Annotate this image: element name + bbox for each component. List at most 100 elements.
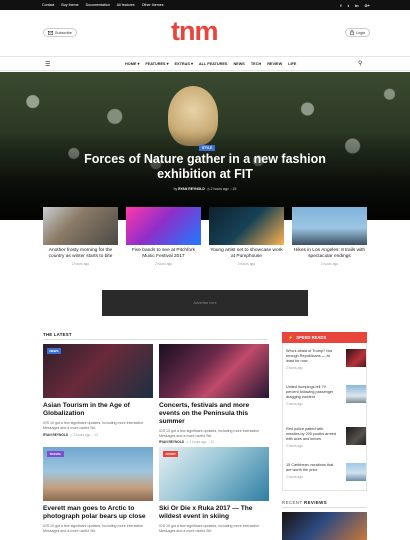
article-excerpt: iOS 10 got a few significant updates, in… (43, 420, 144, 430)
speed-read-title[interactable]: Red police patted with missiles by 200 y… (286, 427, 336, 442)
sub-story-title[interactable]: Hikes in Los Angeles: 8 trails with spec… (292, 248, 367, 260)
article-excerpt: iOS 10 got a few significant updates, in… (159, 523, 260, 533)
speed-read-title[interactable]: Who's afraid of Trump? Not enough Republ… (286, 349, 336, 364)
main-nav: ☰ HOME ▾ FEATURES ▾ EXTRAS ▾ ALL FEATURE… (0, 56, 410, 71)
site-logo[interactable]: tnm (171, 18, 218, 45)
top-link-buy-theme[interactable]: Buy theme (61, 3, 78, 7)
nav-item-features[interactable]: FEATURES ▾ (145, 61, 168, 66)
hero-author[interactable]: RYAN REYNOLD (178, 187, 205, 191)
nav-item-extras[interactable]: EXTRAS ▾ (175, 61, 193, 66)
article-title[interactable]: Concerts, festivals and more events on t… (159, 402, 269, 426)
speed-read-time: 2 hours ago (286, 443, 303, 448)
nav-item-all-features[interactable]: ALL FEATURES (199, 62, 228, 66)
speed-read-item[interactable]: Red police patted with missiles by 200 y… (286, 427, 366, 448)
speed-read-item[interactable]: 15 Caribbean vacations that are worth th… (286, 463, 366, 481)
google-plus-icon[interactable]: G+ (365, 3, 370, 8)
lock-icon (350, 30, 354, 35)
top-link-contact[interactable]: Contact (42, 3, 54, 7)
linkedin-icon[interactable]: in (355, 3, 359, 8)
top-bar: Contact Buy theme Documentation All feat… (0, 0, 410, 10)
article-image[interactable]: NEWS (43, 344, 153, 398)
article-title[interactable]: Ski Or Die x Ruka 2017 — The wildest eve… (159, 505, 269, 521)
search-icon[interactable]: ⚲ (358, 60, 362, 67)
sub-story[interactable]: Five bands to see at Pitchfork Music Fes… (126, 207, 201, 266)
nav-items: HOME ▾ FEATURES ▾ EXTRAS ▾ ALL FEATURES … (125, 57, 296, 70)
article-author[interactable]: RYAN REYNOLD (43, 433, 68, 437)
sub-story-thumbnail[interactable] (209, 207, 284, 245)
article-card[interactable]: Concerts, festivals and more events on t… (159, 344, 269, 444)
login-button[interactable]: Login (345, 28, 371, 37)
sub-story-time: 2 hours ago (71, 261, 90, 266)
sub-story-title[interactable]: Young artist set to showcase work at Pum… (209, 248, 284, 260)
sub-story-title[interactable]: Another frosty morning for the country a… (43, 248, 118, 260)
article-image[interactable]: SPORT (159, 447, 269, 501)
speed-read-item[interactable]: Who's afraid of Trump? Not enough Republ… (286, 349, 366, 370)
menu-icon[interactable]: ☰ (45, 61, 50, 68)
ad-label: Advertise here (193, 301, 217, 305)
article-excerpt: iOS 10 got a few significant updates, in… (159, 428, 260, 438)
article-title[interactable]: Asian Tourism in the Age of Globalizatio… (43, 402, 153, 418)
speed-read-item[interactable]: United bumpings fell 79 percent followin… (286, 385, 366, 406)
mail-icon (48, 30, 53, 35)
hero-by: by (173, 187, 178, 191)
article-title[interactable]: Everett man goes to Arctic to photograph… (43, 505, 153, 521)
article-card[interactable]: NEWS Asian Tourism in the Age of Globali… (43, 344, 153, 437)
nav-item-home[interactable]: HOME ▾ (125, 61, 139, 66)
hero-category-badge[interactable]: STYLE (199, 145, 216, 151)
category-badge[interactable]: SPORT (163, 451, 179, 457)
article-time: 2 hours ago (189, 440, 207, 445)
article-author[interactable]: RYAN REYNOLD (159, 440, 184, 444)
subscribe-button[interactable]: Subscribe (43, 28, 77, 37)
hero-featured-story[interactable]: STYLE Forces of Nature gather in a new f… (0, 72, 410, 220)
ad-banner[interactable]: Advertise here (102, 290, 308, 316)
top-link-other-themes[interactable]: Other themes (142, 3, 164, 7)
lightning-icon: ⚡ (288, 334, 294, 340)
sub-story-thumbnail[interactable] (126, 207, 201, 245)
sub-story-thumbnail[interactable] (292, 207, 367, 245)
clock-icon: ◷ (69, 432, 73, 437)
article-image[interactable]: TRAVEL (43, 447, 153, 501)
recent-reviews-label: REVIEWS (304, 500, 328, 505)
nav-item-tech[interactable]: TECH (251, 62, 261, 66)
facebook-icon[interactable]: f (340, 3, 341, 8)
speed-reads-label: SPEED READS (296, 335, 327, 340)
site-header: Subscribe tnm Login (0, 10, 410, 56)
recent-reviews-prefix: RECENT (282, 500, 303, 505)
category-badge[interactable]: NEWS (47, 348, 61, 354)
sub-story-title[interactable]: Five bands to see at Pitchfork Music Fes… (126, 248, 201, 260)
nav-item-review[interactable]: REVIEW (267, 62, 282, 66)
sub-story[interactable]: Young artist set to showcase work at Pum… (209, 207, 284, 266)
comment-icon: ▫ (230, 187, 232, 191)
speed-read-title[interactable]: United bumpings fell 79 percent followin… (286, 385, 336, 400)
review-image[interactable] (282, 512, 367, 540)
clock-icon: ◷ (206, 187, 210, 191)
social-links: f t in G+ (340, 3, 370, 8)
speed-read-title[interactable]: 15 Caribbean vacations that are worth th… (286, 463, 336, 473)
top-link-documentation[interactable]: Documentation (86, 3, 110, 7)
top-links: Contact Buy theme Documentation All feat… (42, 3, 164, 7)
subscribe-label: Subscribe (55, 30, 72, 35)
article-card[interactable]: SPORT Ski Or Die x Ruka 2017 — The wilde… (159, 447, 269, 534)
nav-item-news[interactable]: NEWS (233, 62, 244, 66)
category-badge[interactable]: TRAVEL (47, 451, 64, 457)
hero-title[interactable]: Forces of Nature gather in a new fashion… (60, 152, 350, 182)
speed-read-thumbnail[interactable] (346, 349, 366, 367)
speed-read-thumbnail[interactable] (346, 463, 366, 481)
speed-read-time: 2 hours ago (286, 474, 303, 479)
speed-read-thumbnail[interactable] (346, 385, 366, 403)
top-link-all-features[interactable]: All features (117, 3, 135, 7)
nav-item-life[interactable]: LIFE (288, 62, 296, 66)
article-excerpt: iOS 10 got a few significant updates, in… (43, 523, 144, 533)
section-divider (282, 507, 367, 508)
article-meta: RYAN REYNOLD ◷ 2 hours ago ▫ 13 (159, 440, 269, 444)
sub-story[interactable]: Another frosty morning for the country a… (43, 207, 118, 266)
article-image[interactable] (159, 344, 269, 398)
twitter-icon[interactable]: t (348, 3, 349, 8)
speed-read-time: 2 hours ago (286, 365, 303, 370)
speed-read-thumbnail[interactable] (346, 427, 366, 445)
article-card[interactable]: TRAVEL Everett man goes to Arctic to pho… (43, 447, 153, 534)
sub-story[interactable]: Hikes in Los Angeles: 8 trails with spec… (292, 207, 367, 266)
sub-story-time: 2 hours ago (320, 261, 339, 266)
latest-section-title: THE LATEST (43, 332, 72, 337)
sub-story-thumbnail[interactable] (43, 207, 118, 245)
